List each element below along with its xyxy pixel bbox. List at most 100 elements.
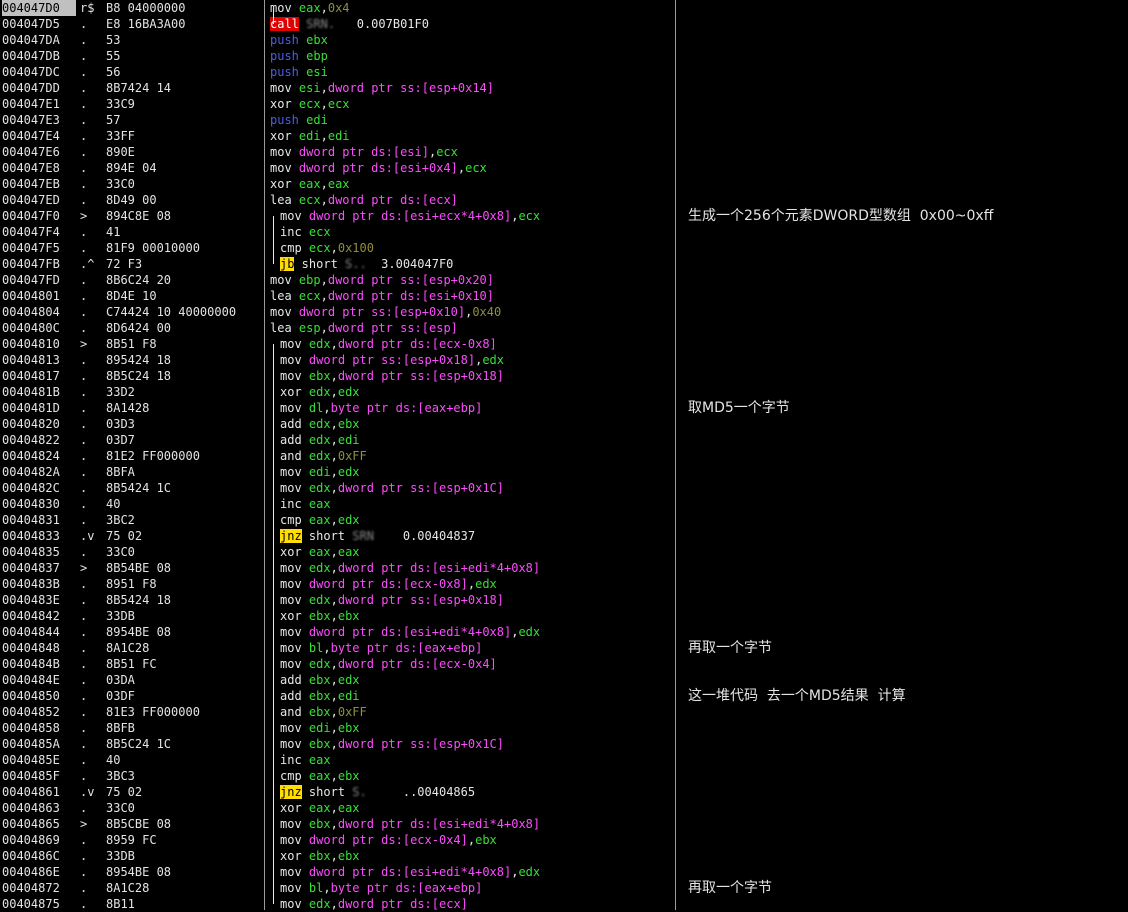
hex-bytes-cell[interactable]: 33C0 bbox=[106, 176, 135, 192]
instruction-cell[interactable]: push ebp bbox=[270, 48, 328, 64]
instruction-cell[interactable]: cmp eax,ebx bbox=[270, 768, 360, 784]
instruction-cell[interactable]: mov edx,dword ptr ss:[esp+0x1C] bbox=[270, 480, 504, 496]
address-cell[interactable]: 0040486C bbox=[2, 848, 60, 864]
hex-bytes-cell[interactable]: 33C0 bbox=[106, 800, 135, 816]
instruction-cell[interactable]: mov edx,dword ptr ds:[esi+edi*4+0x8] bbox=[270, 560, 540, 576]
address-cell[interactable]: 00404810 bbox=[2, 336, 60, 352]
address-cell[interactable]: 004047DC bbox=[2, 64, 60, 80]
hex-bytes-cell[interactable]: 3BC3 bbox=[106, 768, 135, 784]
hex-bytes-cell[interactable]: 8D49 00 bbox=[106, 192, 157, 208]
instruction-cell[interactable]: jnz short S. ..00404865 bbox=[270, 784, 475, 800]
hex-bytes-cell[interactable]: 8B5424 1C bbox=[106, 480, 171, 496]
address-cell[interactable]: 00404801 bbox=[2, 288, 60, 304]
hex-bytes-cell[interactable]: 3BC2 bbox=[106, 512, 135, 528]
instruction-cell[interactable]: call SRN. 0.007B01F0 bbox=[270, 16, 429, 32]
address-cell[interactable]: 004047E8 bbox=[2, 160, 60, 176]
address-cell[interactable]: 004047DD bbox=[2, 80, 60, 96]
address-cell[interactable]: 00404863 bbox=[2, 800, 60, 816]
hex-bytes-cell[interactable]: 8954BE 08 bbox=[106, 864, 171, 880]
hex-bytes-cell[interactable]: 8BFA bbox=[106, 464, 135, 480]
address-cell[interactable]: 00404872 bbox=[2, 880, 60, 896]
instruction-cell[interactable]: xor eax,eax bbox=[270, 800, 360, 816]
address-cell[interactable]: 004047D5 bbox=[2, 16, 60, 32]
address-cell[interactable]: 004047DB bbox=[2, 48, 60, 64]
instruction-cell[interactable]: lea ecx,dword ptr ds:[esi+0x10] bbox=[270, 288, 494, 304]
address-cell[interactable]: 004047FB bbox=[2, 256, 60, 272]
instruction-cell[interactable]: mov dword ptr ds:[esi],ecx bbox=[270, 144, 458, 160]
hex-bytes-cell[interactable]: 8B5C24 1C bbox=[106, 736, 171, 752]
hex-bytes-cell[interactable]: 75 02 bbox=[106, 784, 142, 800]
instruction-cell[interactable]: mov bl,byte ptr ds:[eax+ebp] bbox=[270, 640, 482, 656]
instruction-cell[interactable]: mov bl,byte ptr ds:[eax+ebp] bbox=[270, 880, 482, 896]
comment-text[interactable]: 再取一个字节 bbox=[688, 880, 772, 896]
address-cell[interactable]: 0040480C bbox=[2, 320, 60, 336]
hex-bytes-cell[interactable]: 8B5424 18 bbox=[106, 592, 171, 608]
instruction-cell[interactable]: mov dword ptr ss:[esp+0x10],0x40 bbox=[270, 304, 501, 320]
hex-bytes-cell[interactable]: 895424 18 bbox=[106, 352, 171, 368]
address-cell[interactable]: 00404861 bbox=[2, 784, 60, 800]
hex-bytes-cell[interactable]: 8951 F8 bbox=[106, 576, 157, 592]
instruction-cell[interactable]: mov dl,byte ptr ds:[eax+ebp] bbox=[270, 400, 482, 416]
hex-bytes-cell[interactable]: 56 bbox=[106, 64, 120, 80]
hex-bytes-cell[interactable]: 03D3 bbox=[106, 416, 135, 432]
instruction-cell[interactable]: and ebx,0xFF bbox=[270, 704, 367, 720]
hex-bytes-cell[interactable]: 8D6424 00 bbox=[106, 320, 171, 336]
address-cell[interactable]: 0040485E bbox=[2, 752, 60, 768]
instruction-cell[interactable]: mov dword ptr ds:[esi+0x4],ecx bbox=[270, 160, 487, 176]
address-cell[interactable]: 00404822 bbox=[2, 432, 60, 448]
comment-text[interactable]: 再取一个字节 bbox=[688, 640, 772, 656]
instruction-cell[interactable]: xor ecx,ecx bbox=[270, 96, 350, 112]
hex-bytes-cell[interactable]: 8B54BE 08 bbox=[106, 560, 171, 576]
hex-bytes-cell[interactable]: 894E 04 bbox=[106, 160, 157, 176]
instruction-cell[interactable]: xor eax,eax bbox=[270, 544, 360, 560]
hex-bytes-cell[interactable]: B8 04000000 bbox=[106, 0, 185, 16]
hex-bytes-cell[interactable]: 8954BE 08 bbox=[106, 624, 171, 640]
address-cell[interactable]: 00404804 bbox=[2, 304, 60, 320]
hex-bytes-cell[interactable]: 8B7424 14 bbox=[106, 80, 171, 96]
instruction-cell[interactable]: mov ebx,dword ptr ds:[esi+edi*4+0x8] bbox=[270, 816, 540, 832]
hex-bytes-cell[interactable]: 40 bbox=[106, 752, 120, 768]
instruction-cell[interactable]: cmp ecx,0x100 bbox=[270, 240, 374, 256]
address-cell[interactable]: 0040481D bbox=[2, 400, 60, 416]
comment-text[interactable]: 这一堆代码 去一个MD5结果 计算 bbox=[688, 688, 906, 704]
address-cell[interactable]: 0040481B bbox=[2, 384, 60, 400]
hex-bytes-cell[interactable]: 03D7 bbox=[106, 432, 135, 448]
address-cell[interactable]: 0040482A bbox=[2, 464, 60, 480]
instruction-cell[interactable]: push ebx bbox=[270, 32, 328, 48]
hex-bytes-cell[interactable]: 03DA bbox=[106, 672, 135, 688]
instruction-cell[interactable]: mov ebx,dword ptr ss:[esp+0x1C] bbox=[270, 736, 504, 752]
hex-bytes-cell[interactable]: 33D2 bbox=[106, 384, 135, 400]
hex-bytes-cell[interactable]: E8 16BA3A00 bbox=[106, 16, 185, 32]
address-cell[interactable]: 00404842 bbox=[2, 608, 60, 624]
instruction-cell[interactable]: mov ebx,dword ptr ss:[esp+0x18] bbox=[270, 368, 504, 384]
comment-text[interactable]: 取MD5一个字节 bbox=[688, 400, 790, 416]
hex-bytes-cell[interactable]: 8B5CBE 08 bbox=[106, 816, 171, 832]
instruction-cell[interactable]: xor edi,edi bbox=[270, 128, 350, 144]
address-cell[interactable]: 00404824 bbox=[2, 448, 60, 464]
hex-bytes-cell[interactable]: 8B6C24 20 bbox=[106, 272, 171, 288]
address-cell[interactable]: 00404835 bbox=[2, 544, 60, 560]
instruction-cell[interactable]: add ebx,edx bbox=[270, 672, 360, 688]
address-cell[interactable]: 004047E6 bbox=[2, 144, 60, 160]
instruction-cell[interactable]: xor ebx,ebx bbox=[270, 848, 360, 864]
address-cell[interactable]: 0040486E bbox=[2, 864, 60, 880]
address-cell[interactable]: 004047E3 bbox=[2, 112, 60, 128]
instruction-cell[interactable]: jnz short SRN 0.00404837 bbox=[270, 528, 475, 544]
hex-bytes-cell[interactable]: 57 bbox=[106, 112, 120, 128]
instruction-cell[interactable]: mov dword ptr ds:[esi+ecx*4+0x8],ecx bbox=[270, 208, 540, 224]
instruction-cell[interactable]: mov ebp,dword ptr ss:[esp+0x20] bbox=[270, 272, 494, 288]
address-cell[interactable]: 004047F4 bbox=[2, 224, 60, 240]
instruction-cell[interactable]: inc eax bbox=[270, 752, 331, 768]
hex-bytes-cell[interactable]: 53 bbox=[106, 32, 120, 48]
address-cell[interactable]: 00404833 bbox=[2, 528, 60, 544]
instruction-cell[interactable]: push edi bbox=[270, 112, 328, 128]
instruction-cell[interactable]: mov edx,dword ptr ss:[esp+0x18] bbox=[270, 592, 504, 608]
address-cell[interactable]: 00404817 bbox=[2, 368, 60, 384]
hex-bytes-cell[interactable]: 8D4E 10 bbox=[106, 288, 157, 304]
instruction-cell[interactable]: mov esi,dword ptr ss:[esp+0x14] bbox=[270, 80, 494, 96]
instruction-cell[interactable]: mov edx,dword ptr ds:[ecx-0x4] bbox=[270, 656, 497, 672]
address-cell[interactable]: 004047ED bbox=[2, 192, 60, 208]
hex-bytes-cell[interactable]: 03DF bbox=[106, 688, 135, 704]
address-cell[interactable]: 004047F0 bbox=[2, 208, 60, 224]
hex-bytes-cell[interactable]: C74424 10 40000000 bbox=[106, 304, 236, 320]
